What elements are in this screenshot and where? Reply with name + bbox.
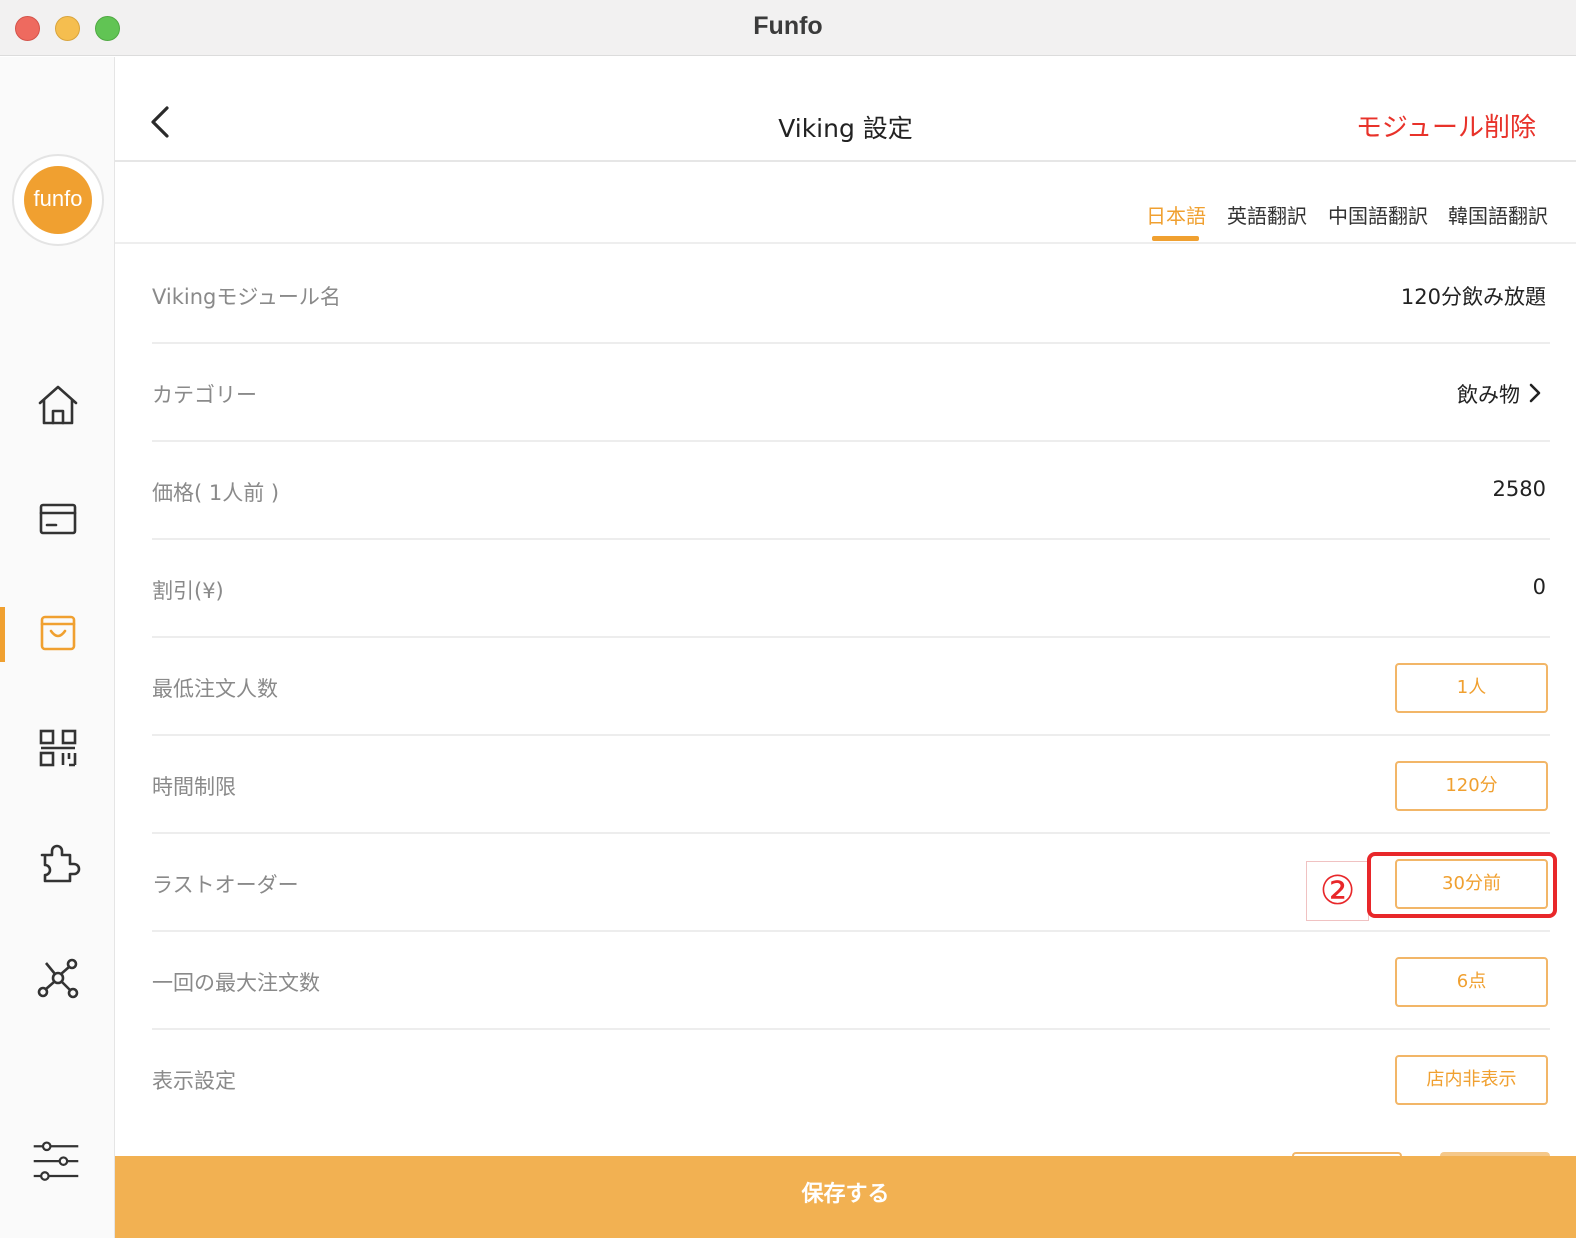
- puzzle-icon[interactable]: [32, 837, 84, 889]
- time-limit-label: 時間制限: [152, 775, 236, 799]
- discount-label: 割引(¥): [152, 579, 224, 603]
- annotation-highlight-box: [1367, 852, 1557, 918]
- window-titlebar: Funfo: [0, 0, 1576, 56]
- tab-japanese[interactable]: 日本語: [1146, 200, 1206, 229]
- category-value[interactable]: 飲み物: [1457, 379, 1520, 409]
- settings-sliders-icon[interactable]: [30, 1137, 86, 1193]
- price-value[interactable]: 2580: [1493, 477, 1546, 501]
- last-order-label: ラストオーダー: [152, 873, 299, 897]
- module-name-label: Vikingモジュール名: [152, 285, 341, 309]
- active-tab-underline: [1152, 236, 1199, 241]
- card-icon[interactable]: [32, 493, 84, 545]
- tab-korean[interactable]: 韓国語翻訳: [1448, 200, 1548, 229]
- tab-chinese[interactable]: 中国語翻訳: [1328, 200, 1428, 229]
- network-icon[interactable]: [32, 952, 84, 1004]
- display-setting-row: 表示設定 店内非表示: [152, 1030, 1550, 1128]
- logo-text: funfo: [24, 166, 92, 234]
- module-name-value[interactable]: 120分飲み放題: [1401, 281, 1546, 311]
- home-icon[interactable]: [32, 379, 84, 431]
- module-name-row[interactable]: Vikingモジュール名 120分飲み放題: [152, 246, 1550, 344]
- min-people-row: 最低注文人数 1人: [152, 638, 1550, 736]
- save-button[interactable]: 保存する: [115, 1156, 1576, 1238]
- display-setting-label: 表示設定: [152, 1069, 236, 1093]
- price-label: 価格( 1人前 ): [152, 481, 280, 505]
- time-limit-row: 時間制限 120分: [152, 736, 1550, 834]
- window-title: Funfo: [753, 12, 823, 40]
- max-items-label: 一回の最大注文数: [152, 971, 320, 995]
- delete-module-button[interactable]: モジュール削除: [1356, 107, 1536, 144]
- discount-value[interactable]: 0: [1533, 575, 1546, 599]
- display-setting-button[interactable]: 店内非表示: [1395, 1055, 1548, 1105]
- tab-english[interactable]: 英語翻訳: [1227, 200, 1307, 229]
- page-header: Viking 設定 モジュール削除: [115, 57, 1576, 162]
- time-limit-button[interactable]: 120分: [1395, 761, 1548, 811]
- max-items-row: 一回の最大注文数 6点: [152, 932, 1550, 1030]
- shop-bag-icon[interactable]: [32, 607, 84, 659]
- sidebar-active-indicator: [0, 607, 5, 662]
- min-people-button[interactable]: 1人: [1395, 663, 1548, 713]
- max-items-button[interactable]: 6点: [1395, 957, 1548, 1007]
- price-row[interactable]: 価格( 1人前 ) 2580: [152, 442, 1550, 540]
- app-logo: funfo: [12, 154, 104, 246]
- min-people-label: 最低注文人数: [152, 677, 278, 701]
- main-panel: Viking 設定 モジュール削除 日本語 英語翻訳 中国語翻訳 韓国語翻訳 V…: [115, 57, 1576, 1238]
- sidebar: funfo: [0, 57, 115, 1238]
- qr-code-icon[interactable]: [32, 722, 84, 774]
- category-label: カテゴリー: [152, 383, 257, 407]
- category-row[interactable]: カテゴリー 飲み物: [152, 344, 1550, 442]
- annotation-step-number: ②: [1306, 861, 1369, 921]
- chevron-right-icon: [1529, 383, 1541, 403]
- discount-row[interactable]: 割引(¥) 0: [152, 540, 1550, 638]
- language-tabs: 日本語 英語翻訳 中国語翻訳 韓国語翻訳: [115, 164, 1576, 244]
